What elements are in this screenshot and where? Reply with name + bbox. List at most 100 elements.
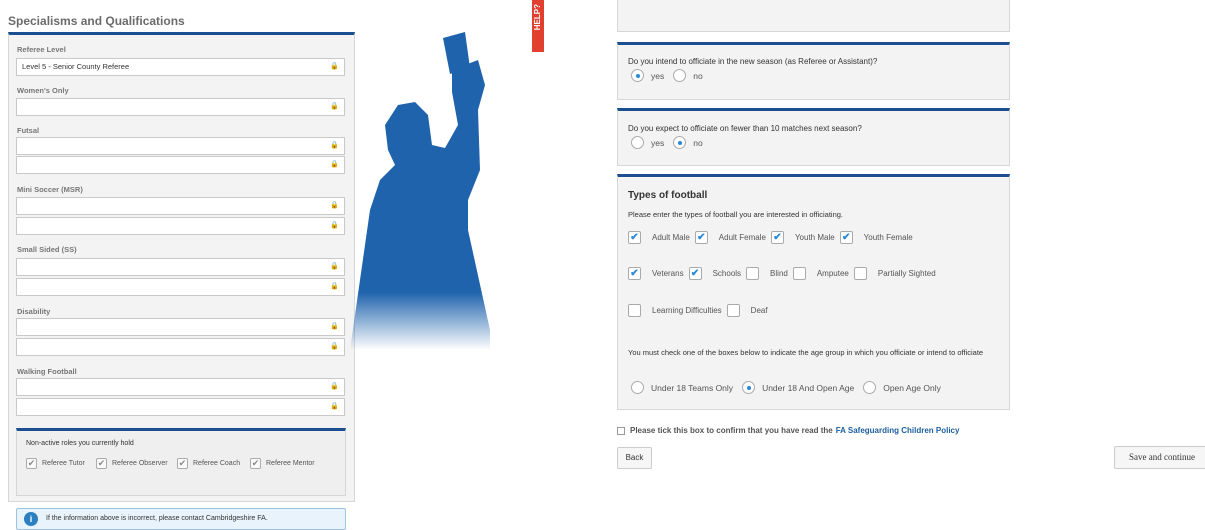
youth-female-label: Youth Female (863, 233, 913, 242)
partially-sighted-label: Partially Sighted (877, 269, 936, 278)
checkbox-schools[interactable]: ✔ (688, 267, 702, 280)
checkbox-veterans[interactable]: ✔ (628, 267, 641, 280)
role-referee-mentor: ✔ Referee Mentor (250, 458, 315, 469)
safeguarding-policy-link[interactable]: FA Safeguarding Children Policy (836, 426, 960, 435)
womens-only-label: Women's Only (17, 86, 69, 95)
checkbox-youth-male[interactable]: ✔ (770, 231, 784, 244)
age-group-radio-group: Under 18 Teams Only Under 18 And Open Ag… (631, 381, 950, 394)
role-label: Referee Observer (112, 460, 168, 467)
fewer-matches-radio-group: yes no (631, 136, 712, 149)
radio-yes[interactable] (631, 136, 644, 149)
safeguarding-checkbox[interactable] (617, 426, 625, 435)
lock-icon: 🔒 (330, 263, 339, 270)
futsal-field-1[interactable]: 🔒 (16, 137, 345, 155)
youth-male-label: Youth Male (794, 233, 835, 242)
radio-open-age-only[interactable] (863, 381, 877, 394)
help-tab-label: HELP? (533, 4, 542, 31)
radio-under-18-and-open[interactable] (742, 381, 756, 394)
checkbox-checked-icon: ✔ (250, 458, 261, 469)
disability-label: Disability (17, 307, 51, 316)
checkbox-checked-icon: ✔ (177, 458, 188, 469)
walking-football-label: Walking Football (17, 367, 77, 376)
types-description: Please enter the types of football you a… (628, 210, 843, 219)
open-age-only-label: Open Age Only (883, 382, 941, 393)
deaf-label: Deaf (750, 306, 768, 315)
small-sided-field-1[interactable]: 🔒 (16, 258, 345, 276)
question-new-season: Do you intend to officiate in the new se… (628, 57, 878, 66)
checkbox-learning-difficulties[interactable] (628, 304, 641, 317)
small-sided-field-2[interactable]: 🔒 (16, 278, 345, 296)
types-row-3: Learning Difficulties Deaf (628, 304, 773, 317)
role-referee-observer: ✔ Referee Observer (96, 458, 168, 469)
lock-icon: 🔒 (330, 343, 339, 350)
save-and-continue-button[interactable]: Save and continue (1114, 446, 1205, 469)
checkbox-partially-sighted[interactable] (853, 267, 867, 280)
question-fewer-matches: Do you expect to officiate on fewer than… (628, 124, 862, 133)
role-label: Referee Coach (193, 460, 241, 467)
amputee-label: Amputee (816, 269, 849, 278)
schools-label: Schools (712, 269, 742, 278)
radio-yes-label: yes (651, 137, 665, 148)
info-text: If the information above is incorrect, p… (46, 515, 268, 522)
walking-football-field-1[interactable]: 🔒 (16, 378, 345, 396)
safeguarding-text: Please tick this box to confirm that you… (630, 426, 833, 435)
referee-silhouette-image (350, 32, 490, 350)
adult-female-label: Adult Female (718, 233, 766, 242)
section-title: Specialisms and Qualifications (8, 14, 185, 28)
radio-no[interactable] (673, 69, 687, 82)
checkbox-adult-male[interactable]: ✔ (628, 231, 641, 244)
lock-icon: 🔒 (330, 202, 339, 209)
lock-icon: 🔒 (330, 283, 339, 290)
mini-soccer-label: Mini Soccer (MSR) (17, 185, 83, 194)
radio-no-label: no (693, 137, 703, 148)
role-label: Referee Tutor (42, 460, 85, 467)
nonactive-roles-title: Non-active roles you currently hold (26, 440, 134, 447)
lock-icon: 🔒 (330, 161, 339, 168)
types-row-1: ✔ Adult Male ✔ Adult Female ✔ Youth Male ✔ Y… (628, 231, 918, 244)
referee-level-label: Referee Level (17, 45, 66, 54)
types-title: Types of football (628, 190, 708, 201)
small-sided-label: Small Sided (SS) (17, 245, 77, 254)
age-group-instructions: You must check one of the boxes below to… (628, 348, 984, 357)
radio-no[interactable] (673, 136, 687, 149)
learning-difficulties-label: Learning Difficulties (652, 306, 722, 315)
radio-yes-label: yes (651, 70, 665, 81)
lock-icon: 🔒 (330, 63, 339, 70)
futsal-field-2[interactable]: 🔒 (16, 156, 345, 174)
safeguarding-confirm-row: Please tick this box to confirm that you… (617, 426, 959, 435)
disability-field-2[interactable]: 🔒 (16, 338, 345, 356)
futsal-label: Futsal (17, 126, 40, 135)
veterans-label: Veterans (652, 269, 684, 278)
under-18-only-label: Under 18 Teams Only (651, 382, 734, 393)
new-season-radio-group: yes no (631, 69, 712, 82)
checkbox-checked-icon: ✔ (96, 458, 107, 469)
lock-icon: 🔒 (330, 383, 339, 390)
walking-football-field-2[interactable]: 🔒 (16, 398, 345, 416)
mini-soccer-field-2[interactable]: 🔒 (16, 217, 345, 235)
types-row-2: ✔ Veterans ✔ Schools Blind Amputee Partial… (628, 267, 941, 280)
role-referee-coach: ✔ Referee Coach (177, 458, 240, 469)
referee-level-value: Level 5 - Senior County Referee (22, 62, 130, 71)
checkbox-deaf[interactable] (726, 304, 740, 317)
womens-only-field[interactable]: 🔒 (16, 98, 345, 116)
role-label: Referee Mentor (266, 460, 315, 467)
previous-panel (617, 0, 1010, 32)
checkbox-amputee[interactable] (792, 267, 806, 280)
back-button[interactable]: Back (617, 447, 652, 469)
checkbox-blind[interactable] (746, 267, 760, 280)
checkbox-youth-female[interactable]: ✔ (839, 231, 853, 244)
blind-label: Blind (770, 269, 788, 278)
lock-icon: 🔒 (330, 403, 339, 410)
mini-soccer-field-1[interactable]: 🔒 (16, 197, 345, 215)
checkbox-checked-icon: ✔ (26, 458, 37, 469)
checkbox-adult-female[interactable]: ✔ (694, 231, 708, 244)
under-18-and-open-label: Under 18 And Open Age (762, 382, 855, 393)
lock-icon: 🔒 (330, 103, 339, 110)
adult-male-label: Adult Male (652, 233, 690, 242)
radio-under-18-only[interactable] (631, 381, 644, 394)
info-icon: i (24, 512, 38, 526)
lock-icon: 🔒 (330, 222, 339, 229)
referee-level-field[interactable]: Level 5 - Senior County Referee 🔒 (16, 58, 345, 76)
radio-yes[interactable] (631, 69, 644, 82)
disability-field-1[interactable]: 🔒 (16, 318, 345, 336)
